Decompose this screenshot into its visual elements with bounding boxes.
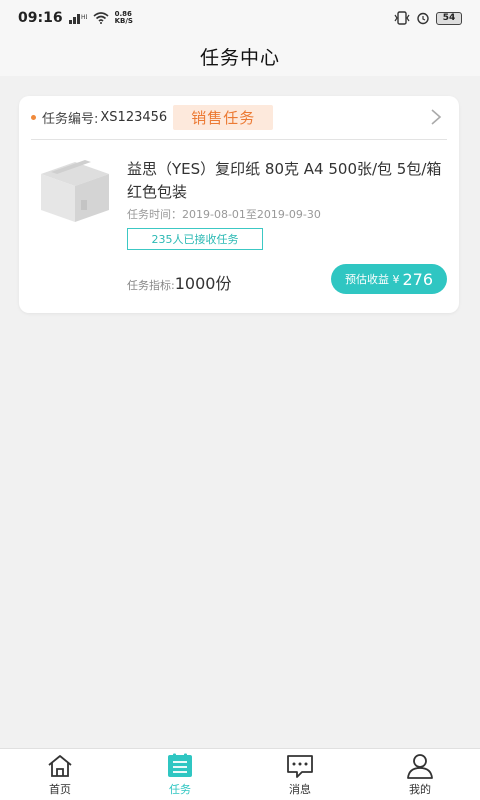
vibrate-icon (394, 11, 410, 25)
orange-dot-icon (31, 115, 36, 120)
task-target-label: 任务指标: (127, 279, 175, 292)
tab-home-label: 首页 (49, 782, 71, 796)
signal-icon: HD (68, 14, 87, 24)
task-target: 任务指标: 1000份 (127, 270, 231, 294)
alarm-icon (417, 12, 429, 25)
tab-task[interactable]: 任务 (120, 749, 240, 800)
status-time: 09:16 (18, 10, 63, 26)
status-right: 54 (394, 11, 462, 25)
task-number: XS123456 (100, 110, 168, 125)
product-placeholder-image (41, 160, 109, 222)
user-icon (407, 753, 433, 779)
estimated-income-label: 预估收益 ¥ (344, 273, 400, 286)
nav-header: 任务中心 (0, 36, 480, 76)
task-period: 任务时间：2019-08-01至2019-09-30 (127, 208, 321, 221)
task-type-badge: 销售任务 (173, 105, 274, 130)
network-speed-unit: KB/S (114, 17, 133, 25)
page-title: 任务中心 (199, 46, 280, 69)
estimated-income-value: 276 (402, 269, 434, 289)
tab-messages[interactable]: 消息 (240, 749, 360, 800)
tab-profile-label: 我的 (409, 782, 431, 796)
chevron-right-icon[interactable] (429, 108, 443, 126)
bottom-tab-bar: 首页 任务 消息 我的 (0, 748, 480, 800)
tab-messages-label: 消息 (289, 782, 311, 796)
battery-indicator: 54 (436, 11, 462, 25)
task-card[interactable]: 任务编号: XS123456 销售任务 益思（YES）复印纸 80克 A4 50… (19, 96, 459, 313)
svg-text:HD: HD (81, 14, 87, 21)
tab-task-label: 任务 (169, 782, 191, 796)
status-bar: 09:16 HD 0.86 KB/S 54 (0, 0, 480, 36)
status-left: 09:16 HD 0.86 KB/S (18, 10, 133, 26)
tab-profile[interactable]: 我的 (360, 749, 480, 800)
network-speed: 0.86 KB/S (115, 11, 133, 25)
task-number-label: 任务编号: (42, 112, 99, 127)
task-target-value: 1000份 (174, 274, 232, 293)
estimated-income-button[interactable]: 预估收益 ¥ 276 (331, 264, 447, 294)
home-icon (48, 754, 72, 777)
accepted-count-badge: 235人已接收任务 (127, 228, 263, 250)
tab-home[interactable]: 首页 (0, 749, 120, 800)
product-title: 益思（YES）复印纸 80克 A4 500张/包 5包/箱 红色包装 (127, 160, 442, 201)
task-icon (168, 753, 192, 777)
task-card-header: 任务编号: XS123456 销售任务 (31, 96, 447, 140)
message-icon (287, 754, 313, 778)
wifi-icon (93, 12, 109, 24)
